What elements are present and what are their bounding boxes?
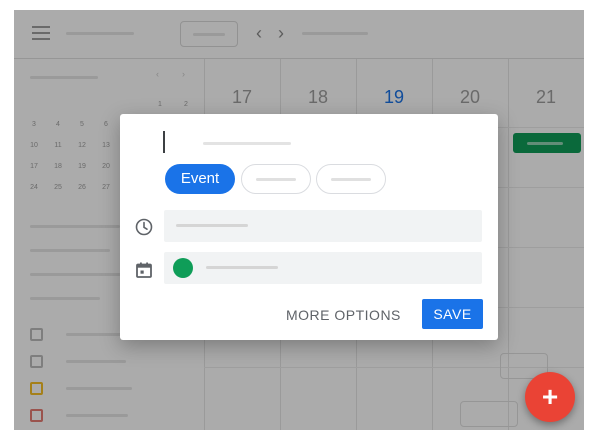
- plus-icon: +: [541, 381, 559, 412]
- calendar-color-dot: [173, 258, 193, 278]
- quick-event-dialog: Event MORE OPTIONS SAVE: [120, 114, 498, 340]
- more-options-button[interactable]: MORE OPTIONS: [286, 300, 401, 330]
- clock-icon: [135, 218, 153, 236]
- calendar-icon: [136, 262, 152, 278]
- create-event-fab[interactable]: +: [525, 372, 575, 422]
- calendar-select-field[interactable]: [164, 252, 482, 284]
- text-cursor: [163, 131, 165, 153]
- reminder-type-chip[interactable]: [316, 164, 386, 194]
- event-title-input[interactable]: [163, 128, 483, 156]
- date-time-field[interactable]: [164, 210, 482, 242]
- event-type-chip[interactable]: Event: [165, 164, 235, 194]
- task-type-chip[interactable]: [241, 164, 311, 194]
- save-button[interactable]: SAVE: [422, 299, 483, 329]
